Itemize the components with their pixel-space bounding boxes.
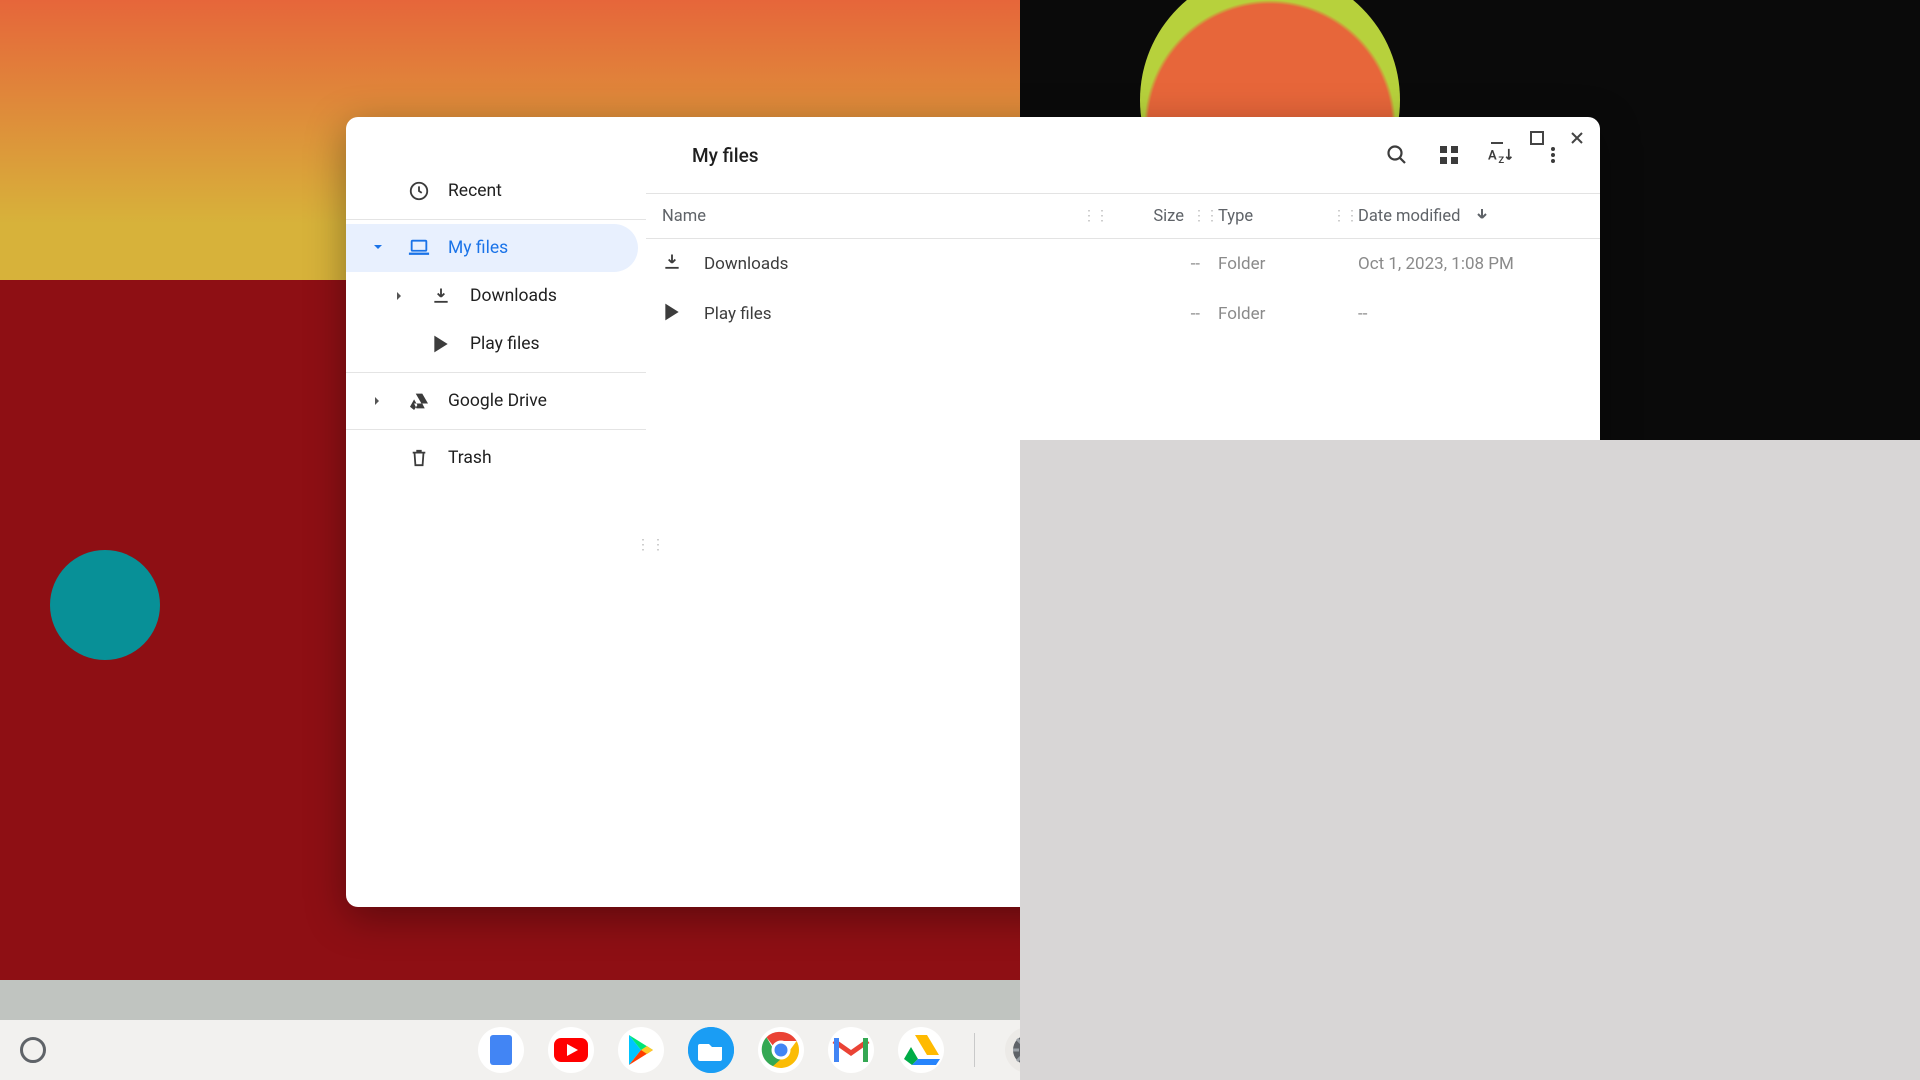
column-type[interactable]: Type ⋮⋮ [1218,207,1358,226]
svg-text:Z: Z [1498,155,1504,166]
file-name: Play files [704,304,772,324]
play-store-icon [662,302,682,327]
sidebar-item-trash[interactable]: Trash [346,434,646,482]
main-panel: My files AZ Name ⋮⋮ [646,117,1600,907]
grid-view-button[interactable] [1428,134,1470,176]
file-date: Oct 1, 2023, 1:08 PM [1358,254,1578,274]
column-size[interactable]: Size ⋮⋮ [1108,207,1218,226]
notification-count: 2 [1759,1039,1781,1061]
file-type: Folder [1218,304,1358,324]
sidebar-item-google-drive[interactable]: Google Drive [346,377,646,425]
screenshot-icon [1492,1039,1514,1061]
toolbar: My files AZ [646,117,1600,193]
app-files[interactable] [688,1027,734,1073]
file-date: -- [1358,304,1578,324]
divider [346,372,646,373]
chevron-right-icon [394,286,412,306]
download-icon [430,286,452,306]
column-label: Size [1153,207,1184,226]
grip-icon[interactable]: ⋮⋮ [1082,208,1108,224]
tray-status[interactable]: GB [1809,1035,1906,1065]
sidebar-item-downloads[interactable]: Downloads [346,272,646,320]
app-play-store[interactable] [618,1027,664,1073]
date-label: Oct 3 [1608,1040,1648,1060]
desktop: Recent My files Downloads [0,0,1920,1080]
keyboard-label: GB [1819,1040,1841,1060]
tray-screenshot-button[interactable] [1482,1035,1524,1065]
app-youtube[interactable] [548,1027,594,1073]
files-window: Recent My files Downloads [346,117,1600,907]
tray-time-notifications[interactable]: 3:17 2 [1676,1035,1791,1065]
shelf-separator [974,1033,975,1067]
column-label: Type [1218,207,1253,226]
update-icon [1729,1040,1749,1060]
clock-icon [408,180,430,202]
sidebar-item-label: Google Drive [448,391,547,411]
close-button[interactable] [1568,129,1586,147]
app-chrome[interactable] [758,1027,804,1073]
file-name: Downloads [704,254,788,274]
chevron-right-icon [372,391,390,411]
time-label: 3:17 [1686,1040,1719,1060]
sidebar-item-label: My files [448,238,508,258]
sidebar-item-label: Play files [470,334,540,354]
sidebar: Recent My files Downloads [346,117,646,907]
phone-icon [1552,1037,1570,1063]
column-headers: Name ⋮⋮ Size ⋮⋮ Type ⋮⋮ Date modified [646,193,1600,239]
search-icon [1385,143,1409,167]
column-name[interactable]: Name ⋮⋮ [662,207,1108,226]
more-vert-icon [1543,145,1563,165]
tray-phone-button[interactable] [1542,1033,1580,1067]
page-title: My files [692,144,1366,167]
svg-text:A: A [1488,148,1497,163]
sidebar-item-label: Recent [448,181,502,201]
shelf: Oct 3 3:17 2 GB [0,1020,1920,1080]
laptop-icon [408,238,430,258]
download-icon [662,252,682,277]
maximize-button[interactable] [1528,129,1546,147]
file-type: Folder [1218,254,1358,274]
divider [346,219,646,220]
divider [346,429,646,430]
sort-desc-icon [1474,206,1490,227]
app-settings[interactable] [1005,1027,1051,1073]
file-row[interactable]: Downloads -- Folder Oct 1, 2023, 1:08 PM [646,239,1600,289]
column-date[interactable]: Date modified [1358,206,1578,227]
play-store-icon [430,334,452,354]
chevron-down-icon [372,238,390,258]
sidebar-splitter[interactable]: ⋮⋮ [636,537,666,553]
sidebar-item-recent[interactable]: Recent [346,167,646,215]
app-drive[interactable] [898,1027,944,1073]
window-controls [1488,129,1586,147]
file-size: -- [1108,304,1218,324]
minimize-button[interactable] [1488,129,1506,147]
sidebar-item-label: Downloads [470,286,557,306]
grid-icon [1438,144,1460,166]
wifi-icon [1851,1041,1873,1059]
drive-icon [408,392,430,410]
wallpaper-dot [50,550,160,660]
file-row[interactable]: Play files -- Folder -- [646,289,1600,339]
sort-az-icon: AZ [1488,144,1514,166]
file-size: -- [1108,254,1218,274]
trash-icon [408,448,430,468]
search-button[interactable] [1376,134,1418,176]
column-label: Name [662,207,706,226]
app-docs[interactable] [478,1027,524,1073]
sidebar-item-label: Trash [448,448,492,468]
grip-icon[interactable]: ⋮⋮ [1332,208,1358,224]
app-gmail[interactable] [828,1027,874,1073]
wallpaper-region [1060,880,1510,1080]
grip-icon[interactable]: ⋮⋮ [1192,208,1218,224]
tray-date[interactable]: Oct 3 [1598,1036,1658,1064]
system-tray: Oct 3 3:17 2 GB [1482,1033,1906,1067]
column-label: Date modified [1358,207,1460,226]
launcher-button[interactable] [20,1037,46,1063]
battery-icon [1883,1039,1896,1061]
shelf-apps [46,1027,1482,1073]
sidebar-item-my-files[interactable]: My files [346,224,638,272]
sidebar-item-play-files[interactable]: Play files [346,320,646,368]
